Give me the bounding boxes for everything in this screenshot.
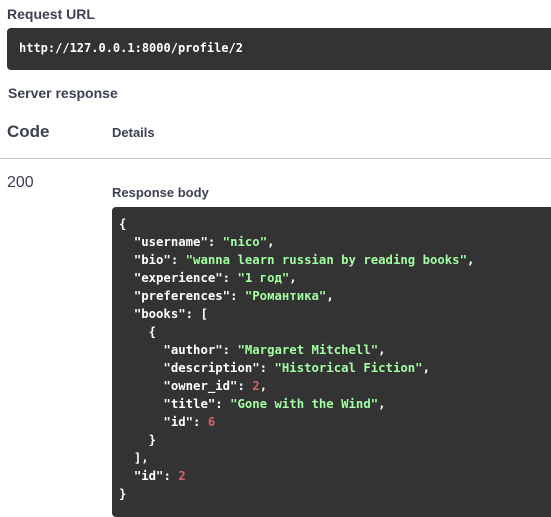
json-string-value: "Романтика" [244,289,327,303]
request-url-box: http://127.0.0.1:8000/profile/2 [7,28,551,70]
json-brace: { [148,325,157,339]
json-key: "experience" [133,271,223,285]
response-body-code-block[interactable]: { "username": "nico", "bio": "wanna lear… [112,207,551,517]
json-key: "id" [133,469,164,483]
json-string-value: "wanna learn russian by reading books" [185,253,467,267]
table-divider [0,158,551,159]
json-key: "books" [133,307,186,321]
json-number-value: 6 [207,415,216,429]
details-column-header: Details [112,125,155,140]
json-string-value: "Margaret Mitchell" [237,343,379,357]
json-bracket: [ [200,307,208,321]
json-key: "preferences" [133,289,231,303]
json-key: "title" [163,397,216,411]
json-string-value: "1 год" [237,271,290,285]
server-response-label: Server response [8,85,118,101]
json-key: "description" [163,361,260,375]
json-string-value: "nico" [222,235,268,249]
response-body-json: { "username": "nico", "bio": "wanna lear… [119,217,475,501]
json-number-value: 2 [252,379,260,393]
json-key: "owner_id" [163,379,238,393]
json-brace: { [119,217,127,231]
json-brace: } [119,487,127,501]
request-url-text[interactable]: http://127.0.0.1:8000/profile/2 [19,41,243,55]
json-key: "author" [163,343,223,357]
response-body-label: Response body [112,185,209,200]
json-string-value: "Historical Fiction" [274,361,423,375]
json-bracket: ] [133,451,142,465]
code-column-header: Code [7,122,50,141]
json-string-value: "Gone with the Wind" [230,397,379,411]
json-key: "username" [133,235,208,249]
status-code: 200 [7,174,34,191]
json-brace: } [148,433,157,447]
request-url-label: Request URL [7,6,95,22]
json-number-value: 2 [178,469,186,483]
json-key: "id" [163,415,194,429]
json-key: "bio" [133,253,171,267]
